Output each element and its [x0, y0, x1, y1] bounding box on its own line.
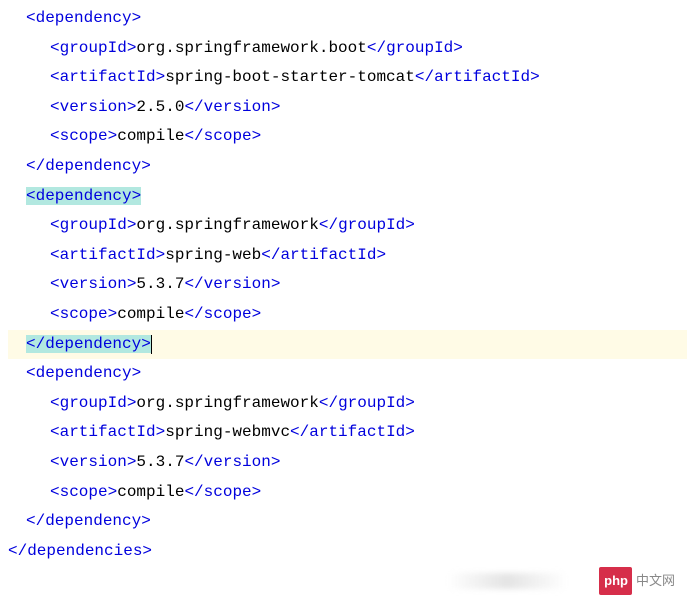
xml-tag: </version>: [184, 275, 280, 293]
xml-tag: </scope>: [184, 305, 261, 323]
xml-tag: <scope>: [50, 305, 117, 323]
xml-tag: </dependency>: [26, 512, 151, 530]
xml-tag: <version>: [50, 453, 136, 471]
xml-text: spring-webmvc: [165, 423, 290, 441]
xml-tag: <dependency>: [26, 364, 141, 382]
code-line: <dependency>: [8, 182, 687, 212]
code-line: <version>5.3.7</version>: [8, 448, 687, 478]
xml-tag: </groupId>: [367, 39, 463, 57]
xml-tag: <artifactId>: [50, 423, 165, 441]
code-line: <groupId>org.springframework</groupId>: [8, 389, 687, 419]
xml-tag: <scope>: [50, 483, 117, 501]
code-line: </dependency>: [8, 152, 687, 182]
code-line: <artifactId>spring-web</artifactId>: [8, 241, 687, 271]
code-line: <dependency>: [8, 359, 687, 389]
xml-text: spring-boot-starter-tomcat: [165, 68, 415, 86]
code-line: </dependency>: [8, 507, 687, 537]
xml-tag: </version>: [184, 453, 280, 471]
xml-tag: <dependency>: [26, 187, 141, 205]
xml-text: 5.3.7: [136, 275, 184, 293]
xml-tag: <version>: [50, 275, 136, 293]
xml-text: org.springframework.boot: [136, 39, 366, 57]
cursor: [151, 335, 152, 353]
xml-tag: <scope>: [50, 127, 117, 145]
watermark-text: 中文网: [636, 569, 675, 593]
xml-tag: </artifactId>: [261, 246, 386, 264]
xml-tag: <artifactId>: [50, 246, 165, 264]
code-line: </dependencies>: [8, 537, 687, 567]
xml-tag: </dependencies>: [8, 542, 152, 560]
code-line: <groupId>org.springframework</groupId>: [8, 211, 687, 241]
code-line: <artifactId>spring-boot-starter-tomcat</…: [8, 63, 687, 93]
highlighted-tag: </dependency>: [26, 335, 151, 353]
watermark: php 中文网: [599, 567, 675, 595]
xml-tag: <dependency>: [26, 9, 141, 27]
code-line: <version>2.5.0</version>: [8, 93, 687, 123]
xml-text: 5.3.7: [136, 453, 184, 471]
xml-tag: </dependency>: [26, 335, 151, 353]
code-line: <groupId>org.springframework.boot</group…: [8, 34, 687, 64]
blur-bar: [447, 573, 567, 589]
xml-text: 2.5.0: [136, 98, 184, 116]
xml-tag: <version>: [50, 98, 136, 116]
xml-text: org.springframework: [136, 394, 318, 412]
code-line: <scope>compile</scope>: [8, 478, 687, 508]
xml-tag: </scope>: [184, 127, 261, 145]
xml-tag: <groupId>: [50, 39, 136, 57]
xml-tag: </version>: [184, 98, 280, 116]
xml-tag: </groupId>: [319, 216, 415, 234]
xml-tag: </groupId>: [319, 394, 415, 412]
watermark-logo: php: [599, 567, 632, 595]
code-block: <dependency><groupId>org.springframework…: [8, 4, 687, 566]
xml-tag: </artifactId>: [290, 423, 415, 441]
code-line: <artifactId>spring-webmvc</artifactId>: [8, 418, 687, 448]
xml-tag: </dependency>: [26, 157, 151, 175]
code-line: </dependency>: [8, 330, 687, 360]
xml-text: compile: [117, 305, 184, 323]
highlighted-tag: <dependency>: [26, 187, 141, 205]
code-line: <scope>compile</scope>: [8, 122, 687, 152]
xml-tag: </scope>: [184, 483, 261, 501]
code-line: <scope>compile</scope>: [8, 300, 687, 330]
xml-tag: <groupId>: [50, 216, 136, 234]
code-line: <dependency>: [8, 4, 687, 34]
xml-text: compile: [117, 127, 184, 145]
code-line: <version>5.3.7</version>: [8, 270, 687, 300]
xml-tag: <artifactId>: [50, 68, 165, 86]
xml-tag: </artifactId>: [415, 68, 540, 86]
xml-tag: <groupId>: [50, 394, 136, 412]
xml-text: org.springframework: [136, 216, 318, 234]
xml-text: spring-web: [165, 246, 261, 264]
xml-text: compile: [117, 483, 184, 501]
